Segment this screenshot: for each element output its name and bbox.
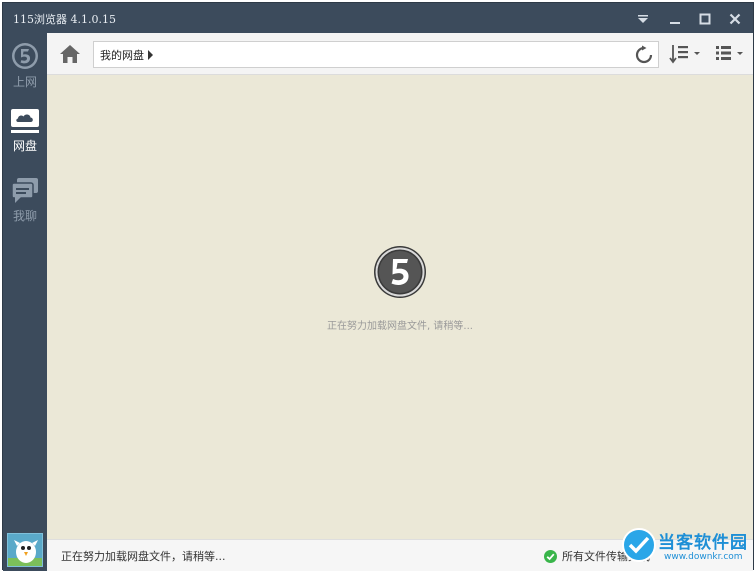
- sidebar-item-label: 网盘: [12, 139, 37, 153]
- sidebar-item-label: 我聊: [12, 209, 37, 223]
- window-menu-button[interactable]: [631, 8, 655, 30]
- breadcrumb-arrow-icon[interactable]: [148, 50, 153, 60]
- sidebar-item-cloud-disk[interactable]: 网盘: [3, 99, 47, 161]
- close-button[interactable]: [723, 8, 747, 30]
- sidebar-item-browse[interactable]: 上网: [3, 35, 47, 97]
- sidebar-item-label: 上网: [12, 75, 37, 89]
- chat-icon: [11, 178, 38, 203]
- toolbar: 我的网盘: [47, 33, 753, 75]
- minimize-icon: [670, 22, 680, 24]
- loading-area: 正在努力加载网盘文件, 请稍等...: [47, 75, 753, 539]
- sort-button[interactable]: [669, 43, 705, 65]
- loading-5-logo-icon: [374, 246, 426, 298]
- browse-5-icon: [12, 43, 38, 69]
- dropdown-menu-icon: [638, 15, 648, 23]
- main-content: 我的网盘 正在努力加载网盘文件, 请稍等... 正在努力加载网盘文件，请稍等..…: [47, 33, 753, 571]
- watermark-check-icon: [628, 536, 650, 554]
- watermark: 当客软件园 www.downkr.com: [618, 526, 756, 572]
- home-icon: [60, 45, 80, 63]
- cloud-disk-icon: [11, 109, 39, 133]
- watermark-title: 当客软件园: [658, 533, 748, 553]
- watermark-logo-icon: [622, 528, 656, 562]
- view-mode-button[interactable]: [713, 43, 749, 65]
- bird-avatar-icon: [8, 534, 42, 566]
- refresh-icon: [635, 45, 653, 64]
- home-button[interactable]: [57, 42, 83, 66]
- sidebar: 上网 网盘 我聊: [3, 33, 47, 571]
- avatar[interactable]: [7, 533, 43, 567]
- maximize-icon: [699, 13, 711, 25]
- maximize-button[interactable]: [693, 8, 717, 30]
- minimize-button[interactable]: [663, 8, 687, 30]
- status-loading-text: 正在努力加载网盘文件，请稍等...: [61, 550, 226, 563]
- title-bar: 115浏览器 4.1.0.15: [3, 3, 753, 33]
- sidebar-item-chat[interactable]: 我聊: [3, 169, 47, 231]
- sort-list-icon: [669, 45, 700, 64]
- check-circle-icon: [544, 550, 557, 563]
- window-title: 115浏览器 4.1.0.15: [13, 13, 116, 26]
- breadcrumb-my-disk[interactable]: 我的网盘: [100, 47, 144, 63]
- loading-message: 正在努力加载网盘文件, 请稍等...: [327, 321, 473, 332]
- browser-window: 115浏览器 4.1.0.15 上网 网盘 我聊 我的网盘 正在努力加载网盘文件…: [2, 2, 754, 571]
- watermark-url: www.downkr.com: [664, 552, 743, 562]
- close-icon: [729, 13, 741, 25]
- refresh-button[interactable]: [634, 45, 654, 65]
- list-view-icon: [716, 46, 743, 60]
- address-bar[interactable]: 我的网盘: [93, 41, 659, 68]
